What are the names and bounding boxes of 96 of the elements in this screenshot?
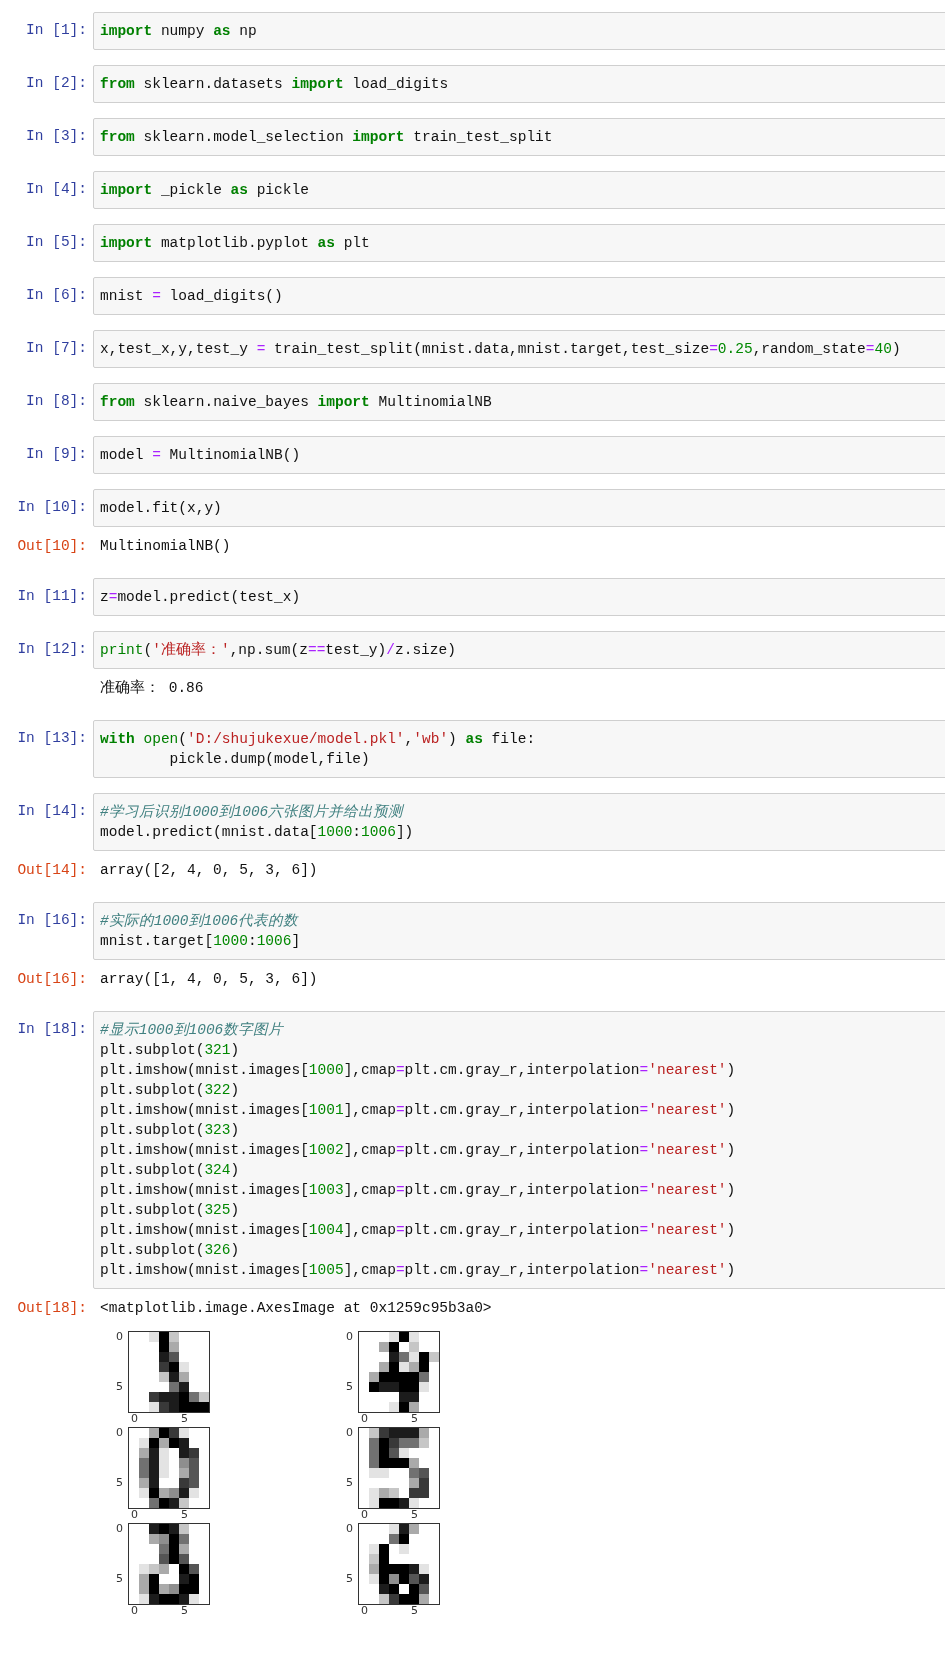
output-prompt: Out[10]:	[17, 538, 87, 554]
axis-tick-label: 5	[116, 1573, 123, 1585]
code-line: pickle.dump(model,file)	[168, 750, 371, 769]
code-line: plt.subplot(326)	[100, 1241, 241, 1260]
code-line: import numpy as np	[100, 22, 258, 41]
output-text: MultinomialNB()	[100, 538, 231, 554]
axis-tick-label: 5	[411, 1509, 418, 1521]
input-prompt: In [7]:	[26, 340, 87, 356]
code-cell[interactable]: model.fit(x,y)	[93, 489, 945, 527]
code-line: plt.imshow(mnist.images[1000],cmap=plt.cm.gray_r,interpolation='nearest')	[100, 1061, 737, 1080]
code-line: print('准确率：',np.sum(z==test_y)/z.size)	[100, 640, 457, 660]
code-cell[interactable]: import matplotlib.pyplot as plt	[93, 224, 945, 262]
axis-tick-label: 0	[131, 1509, 138, 1521]
input-prompt: In [14]:	[17, 803, 87, 819]
input-prompt: In [11]:	[17, 588, 87, 604]
code-cell[interactable]: print('准确率：',np.sum(z==test_y)/z.size)	[93, 631, 945, 669]
code-line: with open('D:/shujukexue/model.pkl','wb') as file:	[100, 730, 537, 749]
input-prompt: In [9]:	[26, 446, 87, 462]
axis-tick-label: 0	[116, 1523, 123, 1535]
output-prompt: Out[16]:	[17, 971, 87, 987]
code-line: plt.subplot(321)	[100, 1041, 241, 1060]
axis-tick-label: 0	[131, 1605, 138, 1617]
code-line: #学习后识别1000到1006六张图片并给出预测	[100, 803, 405, 822]
output-text: <matplotlib.image.AxesImage at 0x1259c95b3a0>	[100, 1300, 492, 1316]
code-line: plt.imshow(mnist.images[1003],cmap=plt.cm.gray_r,interpolation='nearest')	[100, 1181, 737, 1200]
axis-tick-label: 5	[346, 1477, 353, 1489]
code-line: #实际的1000到1006代表的数	[100, 912, 300, 931]
code-cell[interactable]: #实际的1000到1006代表的数 mnist.target[1000:1006]	[93, 902, 945, 960]
input-prompt: In [13]:	[17, 730, 87, 746]
code-line: plt.imshow(mnist.images[1001],cmap=plt.cm.gray_r,interpolation='nearest')	[100, 1101, 737, 1120]
code-line: import matplotlib.pyplot as plt	[100, 234, 371, 253]
input-prompt: In [18]:	[17, 1021, 87, 1037]
output-text: array([2, 4, 0, 5, 3, 6])	[100, 862, 318, 878]
code-cell[interactable]: x,test_x,y,test_y = train_test_split(mnist.data,mnist.target,test_size=0.25,random_state=40)	[93, 330, 945, 368]
code-line: model = MultinomialNB()	[100, 446, 302, 465]
code-line: plt.subplot(323)	[100, 1121, 241, 1140]
axis-tick-label: 5	[181, 1605, 188, 1617]
code-line: model.predict(mnist.data[1000:1006])	[100, 823, 415, 842]
code-line: import _pickle as pickle	[100, 181, 310, 200]
axis-tick-label: 0	[361, 1413, 368, 1425]
axis-tick-label: 5	[411, 1413, 418, 1425]
axis-tick-label: 5	[181, 1509, 188, 1521]
code-line: plt.subplot(324)	[100, 1161, 241, 1180]
code-cell[interactable]: with open('D:/shujukexue/model.pkl','wb') as file: pickle.dump(model,file)	[93, 720, 945, 778]
input-prompt: In [2]:	[26, 75, 87, 91]
code-line: from sklearn.datasets import load_digits	[100, 75, 450, 94]
input-prompt: In [4]:	[26, 181, 87, 197]
code-cell[interactable]: mnist = load_digits()	[93, 277, 945, 315]
input-prompt: In [16]:	[17, 912, 87, 928]
code-line: plt.subplot(322)	[100, 1081, 241, 1100]
input-prompt: In [1]:	[26, 22, 87, 38]
input-prompt: In [10]:	[17, 499, 87, 515]
axis-tick-label: 5	[116, 1477, 123, 1489]
axis-tick-label: 5	[346, 1573, 353, 1585]
axis-tick-label: 5	[181, 1413, 188, 1425]
code-line: x,test_x,y,test_y = train_test_split(mnist.data,mnist.target,test_size=0.25,random_state=40)	[100, 340, 902, 359]
code-line: from sklearn.naive_bayes import MultinomialNB	[100, 393, 493, 412]
axis-tick-label: 0	[346, 1523, 353, 1535]
code-line: #显示1000到1006数字图片	[100, 1021, 285, 1040]
axis-tick-label: 0	[346, 1331, 353, 1343]
input-prompt: In [5]:	[26, 234, 87, 250]
code-line: model.fit(x,y)	[100, 499, 223, 518]
axis-tick-label: 5	[116, 1381, 123, 1393]
input-prompt: In [12]:	[17, 641, 87, 657]
axis-tick-label: 5	[411, 1605, 418, 1617]
code-line: z=model.predict(test_x)	[100, 588, 302, 607]
input-prompt: In [3]:	[26, 128, 87, 144]
input-prompt: In [8]:	[26, 393, 87, 409]
axis-tick-label: 0	[361, 1509, 368, 1521]
output-prompt: Out[14]:	[17, 862, 87, 878]
code-cell[interactable]: from sklearn.naive_bayes import MultinomialNB	[93, 383, 945, 421]
output-prompt: Out[18]:	[17, 1300, 87, 1316]
code-line: plt.imshow(mnist.images[1002],cmap=plt.cm.gray_r,interpolation='nearest')	[100, 1141, 737, 1160]
output-text: array([1, 4, 0, 5, 3, 6])	[100, 971, 318, 987]
input-prompt: In [6]:	[26, 287, 87, 303]
code-cell[interactable]: #学习后识别1000到1006六张图片并给出预测 model.predict(mnist.data[1000:1006])	[93, 793, 945, 851]
code-cell[interactable]: import numpy as np	[93, 12, 945, 50]
code-cell[interactable]: import _pickle as pickle	[93, 171, 945, 209]
code-line: plt.imshow(mnist.images[1005],cmap=plt.cm.gray_r,interpolation='nearest')	[100, 1261, 737, 1280]
code-cell[interactable]	[93, 1011, 945, 1289]
code-line: mnist.target[1000:1006]	[100, 932, 302, 951]
code-cell[interactable]: from sklearn.model_selection import train_test_split	[93, 118, 945, 156]
code-line: plt.subplot(325)	[100, 1201, 241, 1220]
axis-tick-label: 0	[116, 1427, 123, 1439]
code-line: plt.imshow(mnist.images[1004],cmap=plt.cm.gray_r,interpolation='nearest')	[100, 1221, 737, 1240]
axis-tick-label: 0	[131, 1413, 138, 1425]
code-line: mnist = load_digits()	[100, 287, 284, 306]
code-cell[interactable]: model = MultinomialNB()	[93, 436, 945, 474]
code-cell[interactable]: z=model.predict(test_x)	[93, 578, 945, 616]
axis-tick-label: 0	[361, 1605, 368, 1617]
code-cell[interactable]: from sklearn.datasets import load_digits	[93, 65, 945, 103]
code-line: from sklearn.model_selection import train_test_split	[100, 128, 554, 147]
axis-tick-label: 5	[346, 1381, 353, 1393]
axis-tick-label: 0	[346, 1427, 353, 1439]
output-text: 准确率： 0.86	[100, 680, 204, 696]
axis-tick-label: 0	[116, 1331, 123, 1343]
